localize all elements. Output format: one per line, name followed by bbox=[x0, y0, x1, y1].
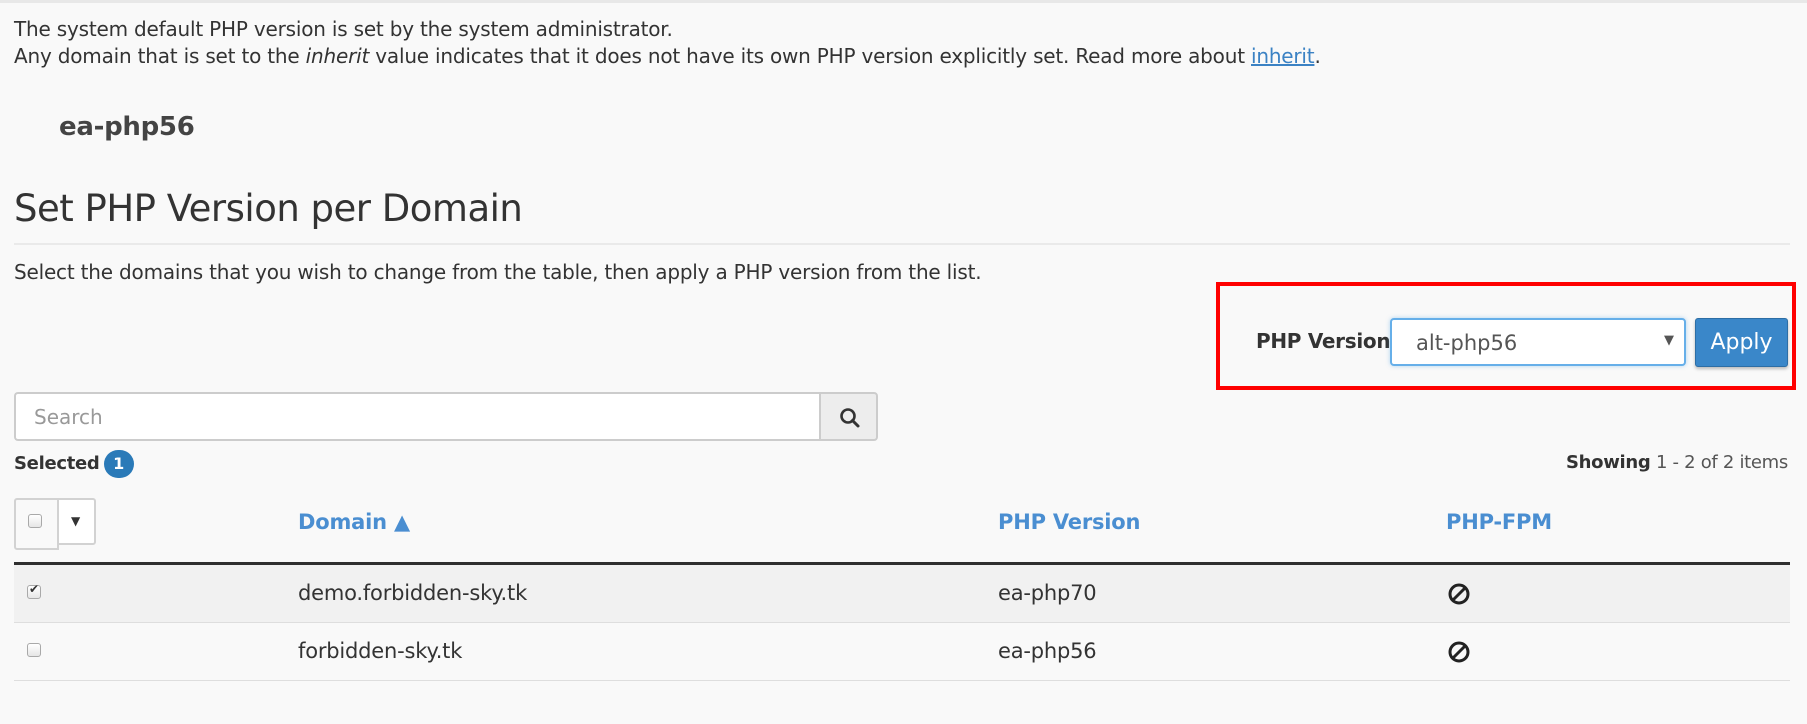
selected-count: Selected 1 bbox=[14, 450, 134, 478]
column-header-php-fpm[interactable]: PHP-FPM bbox=[1446, 510, 1552, 534]
bulk-select: ▼ bbox=[14, 498, 96, 550]
intro-text-part: . bbox=[1314, 44, 1321, 68]
domain-cell: demo.forbidden-sky.tk bbox=[298, 581, 528, 605]
select-all-checkbox[interactable] bbox=[28, 514, 42, 528]
search-button[interactable] bbox=[819, 392, 878, 441]
system-default-version: ea-php56 bbox=[59, 112, 195, 142]
search-input[interactable] bbox=[14, 392, 820, 441]
intro-text-part: Any domain that is set to the bbox=[14, 44, 306, 68]
select-caret-icon: ▼ bbox=[1664, 333, 1674, 348]
pagination-summary: Showing 1 - 2 of 2 items bbox=[1566, 452, 1788, 473]
domains-table: ▼ Domain ▲ PHP Version PHP-FPM demo.forb… bbox=[14, 496, 1790, 681]
caret-down-icon: ▼ bbox=[71, 514, 81, 528]
page-title: Set PHP Version per Domain bbox=[14, 187, 523, 230]
domain-cell: forbidden-sky.tk bbox=[298, 639, 463, 663]
intro-line-2: Any domain that is set to the inherit va… bbox=[14, 43, 1321, 70]
php-version-cell: ea-php70 bbox=[998, 581, 1097, 605]
column-header-domain[interactable]: Domain ▲ bbox=[298, 510, 410, 534]
php-fpm-disabled-icon bbox=[1447, 640, 1471, 668]
php-version-select[interactable]: alt-php56 ▼ bbox=[1390, 318, 1686, 366]
apply-button[interactable]: Apply bbox=[1695, 318, 1788, 367]
select-all-wrapper bbox=[14, 498, 59, 550]
php-version-selected-value: alt-php56 bbox=[1416, 331, 1518, 355]
title-divider bbox=[14, 243, 1790, 245]
intro-text-part: value indicates that it does not have it… bbox=[369, 44, 1251, 68]
selected-badge: 1 bbox=[103, 450, 134, 478]
table-row: demo.forbidden-sky.tk ea-php70 bbox=[14, 565, 1790, 623]
intro-line-1: The system default PHP version is set by… bbox=[14, 17, 673, 41]
search-group bbox=[14, 392, 878, 441]
showing-range: 1 - 2 of 2 items bbox=[1655, 452, 1788, 473]
column-header-php-version[interactable]: PHP Version bbox=[998, 510, 1140, 534]
top-divider bbox=[0, 0, 1807, 3]
search-icon bbox=[840, 408, 860, 428]
row-checkbox[interactable] bbox=[27, 582, 41, 599]
selected-label: Selected bbox=[14, 453, 100, 474]
section-description: Select the domains that you wish to chan… bbox=[14, 260, 982, 284]
php-version-label: PHP Version bbox=[1256, 329, 1391, 353]
table-row: forbidden-sky.tk ea-php56 bbox=[14, 623, 1790, 681]
php-version-cell: ea-php56 bbox=[998, 639, 1097, 663]
intro-text: The system default PHP version is set by… bbox=[14, 16, 1321, 70]
inherit-emphasis: inherit bbox=[305, 44, 370, 68]
showing-label: Showing bbox=[1565, 452, 1651, 473]
table-header: ▼ Domain ▲ PHP Version PHP-FPM bbox=[14, 496, 1790, 565]
row-checkbox[interactable] bbox=[27, 643, 41, 657]
inherit-link[interactable]: inherit bbox=[1251, 44, 1315, 68]
php-fpm-disabled-icon bbox=[1447, 582, 1471, 610]
bulk-select-dropdown[interactable]: ▼ bbox=[58, 498, 96, 545]
